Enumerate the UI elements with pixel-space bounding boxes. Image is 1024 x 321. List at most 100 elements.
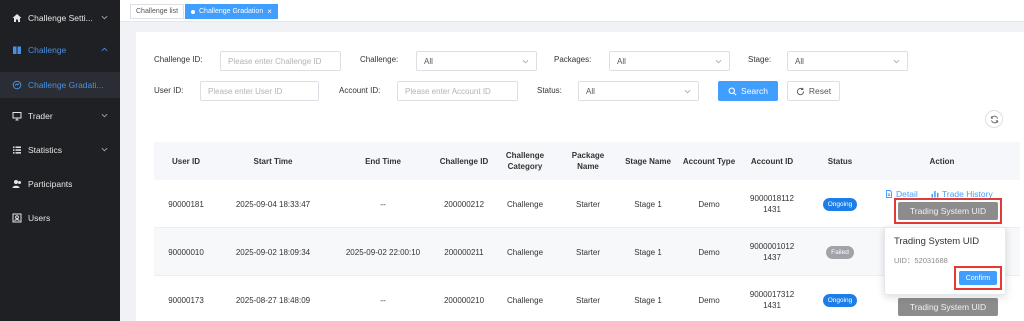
document-icon <box>886 190 892 198</box>
sidebar-item-label: Participants <box>28 179 73 189</box>
chevron-down-icon <box>101 147 108 152</box>
sidebar-item-trader[interactable]: Trader <box>0 104 120 128</box>
cell-status: Failed <box>806 228 874 276</box>
col-challenge-id: Challenge ID <box>439 156 489 166</box>
search-button[interactable]: Search <box>718 81 778 101</box>
challenge-id-label: Challenge ID: <box>154 55 203 64</box>
status-badge: Ongoing <box>822 197 858 211</box>
tab-challenge-gradation[interactable]: Challenge Gradation × <box>185 4 278 19</box>
cell-end-time: 2025-09-02 22:00:10 <box>345 247 421 257</box>
content-card: Challenge ID: Challenge: All Packages: A… <box>136 32 1024 321</box>
account-id-line-2: 1431 <box>763 301 781 310</box>
challenge-label: Challenge: <box>360 55 399 64</box>
challenge-id-input[interactable] <box>220 51 341 71</box>
users-icon <box>12 179 22 189</box>
refresh-button[interactable] <box>985 110 1003 128</box>
chevron-down-icon <box>101 113 108 118</box>
stage-select[interactable]: All <box>787 51 908 71</box>
table-header: User ID Start Time End Time Challenge ID… <box>154 142 1020 180</box>
chevron-down-icon <box>101 15 108 20</box>
sidebar-item-challenge-gradation[interactable]: Challenge Gradati... <box>0 72 120 98</box>
cell-account-id: 9000001012 1437 <box>738 228 806 276</box>
chevron-down-icon <box>893 59 900 64</box>
stage-select-value: All <box>795 56 804 66</box>
sidebar-item-participants[interactable]: Participants <box>0 172 120 196</box>
packages-select[interactable]: All <box>609 51 730 71</box>
chevron-down-icon <box>522 59 529 64</box>
cell-account-id: 9000017312 1431 <box>738 276 806 321</box>
status-select[interactable]: All <box>578 81 699 101</box>
col-start-time: Start Time <box>253 156 293 166</box>
bar-chart-icon <box>931 191 939 198</box>
monitor-icon <box>12 111 22 121</box>
chevron-down-icon <box>715 59 722 64</box>
cell-status: Ongoing <box>806 276 874 321</box>
trading-system-uid-button[interactable]: Trading System UID <box>898 298 998 316</box>
cell-package: Starter <box>575 199 600 209</box>
cell-package: Starter <box>575 295 600 305</box>
popover-title: Trading System UID <box>894 236 980 247</box>
cell-package: Starter <box>575 247 600 257</box>
status-select-value: All <box>586 86 595 96</box>
cell-start-time: 2025-09-04 18:33:47 <box>235 199 311 209</box>
status-badge: Failed <box>826 245 854 259</box>
sidebar-item-label: Challenge Gradati... <box>28 80 104 90</box>
col-status: Status <box>827 156 853 166</box>
sidebar-item-challenge-settings[interactable]: Challenge Setti... <box>0 6 120 30</box>
user-id-input[interactable] <box>200 81 319 101</box>
table-row: 90000181 2025-09-04 18:33:47 -- 20000021… <box>154 180 1020 228</box>
chevron-down-icon <box>684 89 691 94</box>
sidebar-item-statistics[interactable]: Statistics <box>0 138 120 162</box>
highlight-box <box>954 266 1002 290</box>
refresh-icon <box>990 115 998 123</box>
popover-uid: UID：52031688 <box>894 256 948 265</box>
cell-category: Challenge <box>506 247 544 257</box>
sidebar-item-users[interactable]: Users <box>0 206 120 230</box>
stage-label: Stage: <box>748 55 772 64</box>
account-id-input[interactable] <box>397 81 518 101</box>
cell-account-type: Demo <box>698 295 720 305</box>
col-user-id: User ID <box>171 156 200 166</box>
tab-challenge-list[interactable]: Challenge list <box>130 4 185 19</box>
cell-end-time: -- <box>380 295 386 305</box>
sidebar-item-label: Statistics <box>28 145 63 155</box>
active-dot-icon <box>191 9 195 14</box>
packages-label: Packages: <box>554 55 592 64</box>
cell-start-time: 2025-09-02 18:09:34 <box>235 247 311 257</box>
account-id-line-1: 9000001012 <box>749 242 795 251</box>
search-button-label: Search <box>741 86 768 96</box>
account-id-line-2: 1431 <box>763 205 781 214</box>
sidebar: Challenge Setti... Challenge Challenge G… <box>0 0 120 321</box>
cell-account-type: Demo <box>698 247 720 257</box>
chevron-up-icon <box>101 47 108 52</box>
close-icon[interactable]: × <box>267 7 272 16</box>
col-account-id: Account ID <box>750 156 794 166</box>
cell-category: Challenge <box>506 199 544 209</box>
account-id-line-1: 9000017312 <box>749 290 795 299</box>
sidebar-item-label: Challenge <box>28 45 67 55</box>
list-icon <box>12 145 22 155</box>
col-end-time: End Time <box>365 156 401 166</box>
gradation-icon <box>12 80 22 90</box>
cell-account-type: Demo <box>698 199 720 209</box>
sidebar-item-label: Challenge Setti... <box>28 13 93 23</box>
cell-start-time: 2025-08-27 18:48:09 <box>235 295 311 305</box>
challenge-select[interactable]: All <box>416 51 537 71</box>
reset-button-label: Reset <box>808 86 832 96</box>
trading-system-uid-popover: Trading System UID UID：52031688 Confirm <box>884 227 1006 295</box>
cell-stage: Stage 1 <box>634 295 662 305</box>
user-card-icon <box>12 213 22 223</box>
col-action: Action <box>929 156 955 166</box>
cell-user-id: 90000181 <box>168 199 204 209</box>
cell-status: Ongoing <box>806 180 874 228</box>
cell-challenge-id: 200000210 <box>443 295 485 305</box>
reset-button[interactable]: Reset <box>787 81 840 101</box>
reset-icon <box>796 87 804 95</box>
tab-label: Challenge Gradation <box>199 8 264 15</box>
col-challenge-category: Challenge Category <box>505 151 545 171</box>
sidebar-item-challenge[interactable]: Challenge <box>0 38 120 62</box>
account-id-line-2: 1437 <box>763 253 781 262</box>
packages-select-value: All <box>617 56 626 66</box>
cell-end-time: -- <box>380 199 386 209</box>
status-label: Status: <box>537 86 562 95</box>
